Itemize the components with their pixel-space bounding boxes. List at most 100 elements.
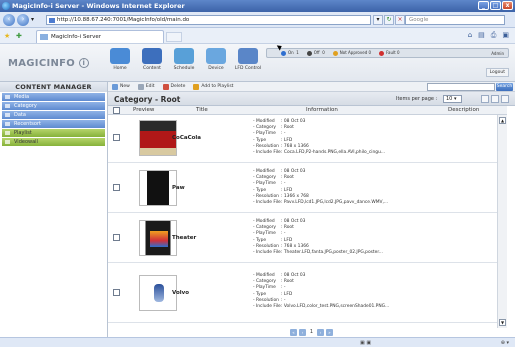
page-menu-icon[interactable]: ▣ [502, 31, 509, 40]
sidebar: CONTENT MANAGER Media Category Data Rece… [0, 82, 108, 337]
search-button[interactable]: Search [496, 83, 513, 91]
table-row[interactable]: Theater - Modified: 08 Oct 03 - Category… [108, 215, 507, 263]
security-zone-icon: ▣ ▣ [360, 340, 372, 346]
prev-page-button[interactable]: ‹ [299, 329, 306, 336]
items-per-page-select[interactable]: 10 ▾ [443, 95, 462, 103]
row-checkbox[interactable] [113, 184, 120, 191]
nav-label: Device [208, 66, 224, 71]
window-title: MagicInfo-i Server - Windows Internet Ex… [12, 2, 185, 10]
magicinfo-logo: MAGICINFO i [8, 58, 89, 69]
close-button[interactable]: x [502, 1, 513, 10]
app-header: MAGICINFO i Home Content Schedule Device… [0, 44, 515, 82]
url-field[interactable]: http://10.88.67.240:7001/MagicInfo/old/m… [46, 15, 371, 25]
not-approved-dot-icon [332, 50, 338, 56]
next-page-button[interactable]: › [317, 329, 324, 336]
window-controls: _ □ x [478, 1, 513, 10]
items-per-page-label: Items per page : [396, 96, 438, 102]
content-list: CoCaCola - Modified: 08 Oct 03 - Categor… [108, 115, 507, 328]
status-not-approved: Not Approved 0 [332, 50, 371, 56]
row-checkbox[interactable] [113, 234, 120, 241]
url-text: http://10.88.67.240:7001/MagicInfo/old/m… [57, 17, 190, 23]
nav-schedule[interactable]: Schedule [168, 48, 200, 71]
delete-button[interactable]: Delete [162, 83, 185, 90]
refresh-icon[interactable]: ↻ [384, 15, 394, 25]
list-view-icon[interactable] [491, 95, 499, 103]
tab-bar: ★ ✚ MagicInfo-i Server ⌂ ▤ ⎙ ▣ [0, 28, 515, 44]
scroll-up-icon[interactable]: ▲ [499, 117, 506, 124]
row-title[interactable]: Theater [172, 235, 196, 241]
sidebar-item-data[interactable]: Data [2, 111, 105, 119]
url-tools: ▾ ↻ × [373, 15, 405, 25]
history-dropdown-icon[interactable]: ▾ [31, 16, 34, 23]
delete-icon [162, 83, 169, 90]
row-checkbox[interactable] [113, 289, 120, 296]
row-title[interactable]: CoCaCola [172, 135, 201, 141]
home-nav-icon [110, 48, 130, 64]
row-title[interactable]: Volvo [172, 290, 189, 296]
logo-badge: i [78, 58, 89, 68]
top-navigation: Home Content Schedule Device LFD Control [104, 48, 264, 71]
nav-device[interactable]: Device [200, 48, 232, 71]
add-playlist-icon [193, 83, 200, 90]
home-icon[interactable]: ⌂ [468, 31, 472, 40]
scroll-down-icon[interactable]: ▼ [499, 319, 506, 326]
media-icon [5, 95, 10, 99]
device-nav-icon [206, 48, 226, 64]
nav-lfd-control[interactable]: LFD Control [232, 48, 264, 71]
nav-home[interactable]: Home [104, 48, 136, 71]
table-row[interactable]: CoCaCola - Modified: 08 Oct 03 - Categor… [108, 115, 507, 163]
thumbnail-art [154, 284, 164, 302]
table-row[interactable]: Paw - Modified: 08 Oct 03 - Category: Ro… [108, 165, 507, 213]
maximize-button[interactable]: □ [490, 1, 501, 10]
search-input[interactable]: Google [405, 15, 505, 25]
url-dropdown-icon[interactable]: ▾ [373, 15, 383, 25]
table-row[interactable]: Volvo - Modified: 08 Oct 03 - Category: … [108, 265, 507, 323]
schedule-nav-icon [174, 48, 194, 64]
col-preview[interactable]: Preview [133, 107, 154, 113]
col-title[interactable]: Title [196, 107, 208, 113]
edit-button[interactable]: Edit [137, 83, 155, 90]
add-to-playlist-button[interactable]: Add to Playlist [193, 83, 233, 90]
first-page-button[interactable]: « [290, 329, 297, 336]
feeds-icon[interactable]: ▤ [478, 31, 485, 40]
sidebar-item-playlist[interactable]: Playlist [2, 129, 105, 137]
sidebar-item-category[interactable]: Category [2, 102, 105, 110]
pagination: « ‹ 1 › » [108, 328, 515, 337]
new-button[interactable]: New [112, 83, 130, 90]
sidebar-item-videowall[interactable]: Videowall [2, 138, 105, 146]
zoom-icon[interactable]: ⊕ ▾ [501, 340, 509, 346]
sidebar-item-media[interactable]: Media [2, 93, 105, 101]
logo-text: MAGICINFO [8, 58, 76, 69]
command-bar: ⌂ ▤ ⎙ ▣ [468, 31, 509, 40]
row-checkbox[interactable] [113, 134, 120, 141]
sidebar-item-recentsort[interactable]: Recentsort [2, 120, 105, 128]
back-button[interactable]: ‹ [3, 14, 15, 26]
minimize-button[interactable]: _ [478, 1, 489, 10]
current-page[interactable]: 1 [308, 329, 315, 336]
sidebar-title: CONTENT MANAGER [0, 82, 107, 92]
col-description[interactable]: Description [448, 107, 479, 113]
page-title: Category - Root [114, 95, 181, 104]
select-all-checkbox[interactable] [113, 107, 120, 114]
row-title[interactable]: Paw [172, 185, 185, 191]
favorites-star-icon[interactable]: ★ [4, 32, 10, 40]
new-tab-button[interactable] [166, 32, 182, 42]
thumbnail-view-icon[interactable] [481, 95, 489, 103]
print-icon[interactable]: ⎙ [491, 31, 497, 40]
last-page-button[interactable]: » [326, 329, 333, 336]
browser-status-bar: ▣ ▣ ⊕ ▾ [0, 337, 515, 347]
col-information[interactable]: Information [306, 107, 338, 113]
nav-label: Home [113, 66, 127, 71]
nav-content[interactable]: Content [136, 48, 168, 71]
row-information: - Modified: 08 Oct 03 - Category: Root -… [253, 119, 386, 156]
forward-button[interactable]: › [17, 14, 29, 26]
content-nav-icon [142, 48, 162, 64]
tab-magicinfo[interactable]: MagicInfo-i Server [36, 30, 164, 43]
detail-view-icon[interactable] [501, 95, 509, 103]
list-scrollbar[interactable]: ▲ ▼ [497, 115, 507, 328]
add-favorites-icon[interactable]: ✚ [16, 32, 22, 40]
stop-icon[interactable]: × [395, 15, 405, 25]
content-search-input[interactable] [427, 83, 495, 91]
logout-button[interactable]: Logout [485, 68, 509, 77]
row-information: - Modified: 08 Oct 03 - Category: Root -… [253, 169, 389, 206]
